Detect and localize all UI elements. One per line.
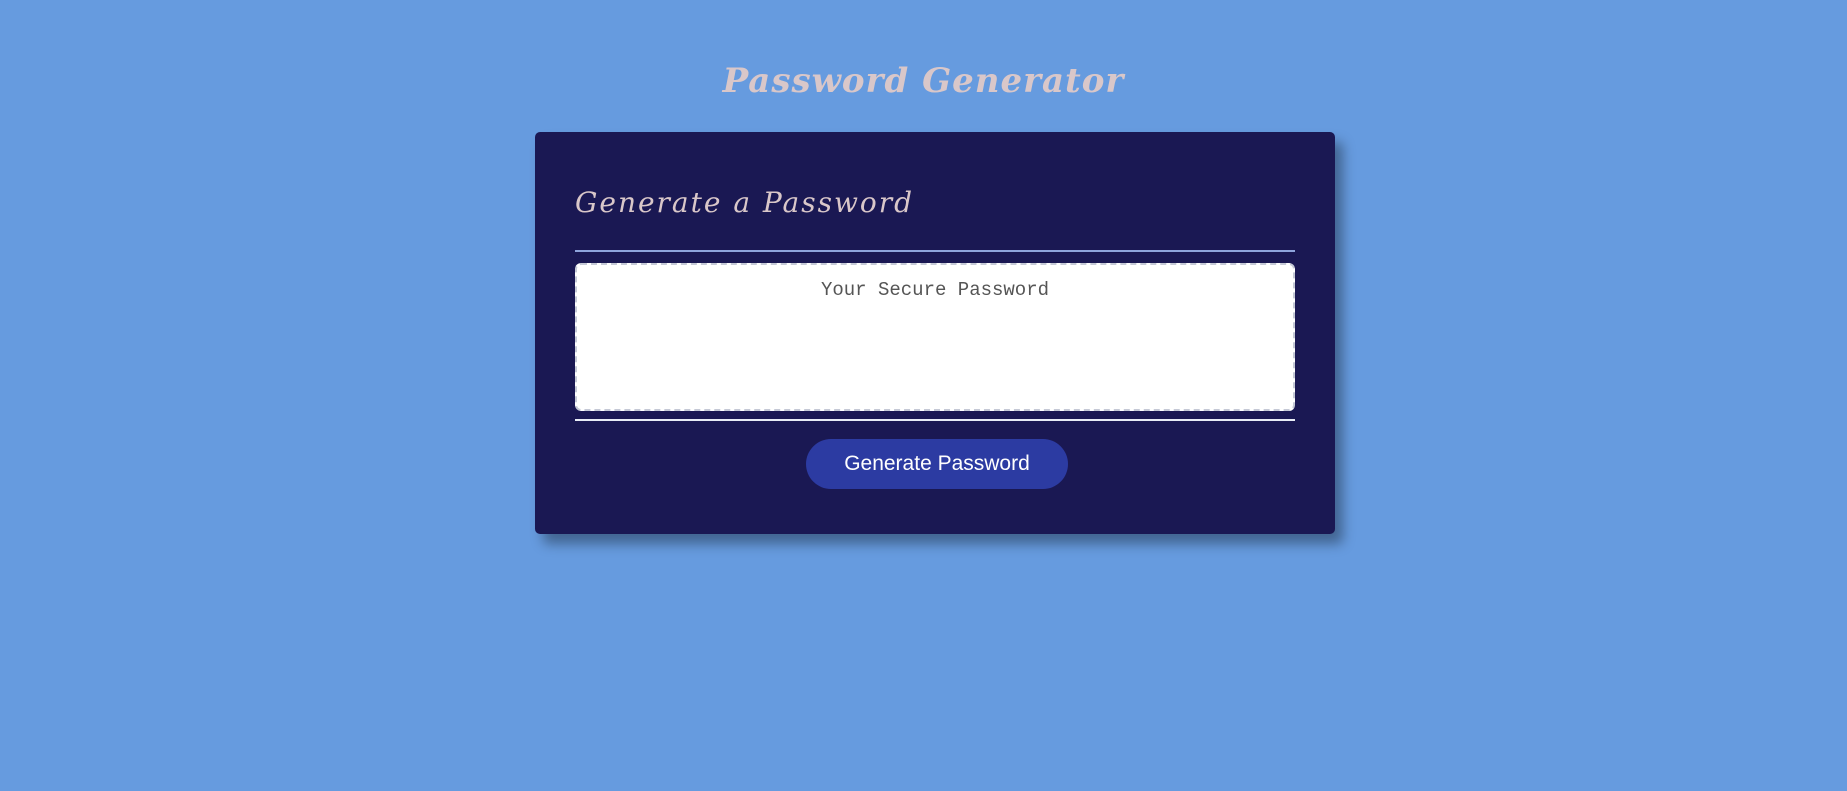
password-output[interactable] (575, 263, 1295, 411)
password-generator-card: Generate a Password Generate Password (535, 132, 1335, 534)
page-title: Password Generator (722, 60, 1125, 101)
card-footer-divider (575, 419, 1295, 421)
card-title: Generate a Password (575, 186, 915, 219)
generate-password-button[interactable]: Generate Password (806, 439, 1068, 489)
card-header-divider (575, 250, 1295, 252)
